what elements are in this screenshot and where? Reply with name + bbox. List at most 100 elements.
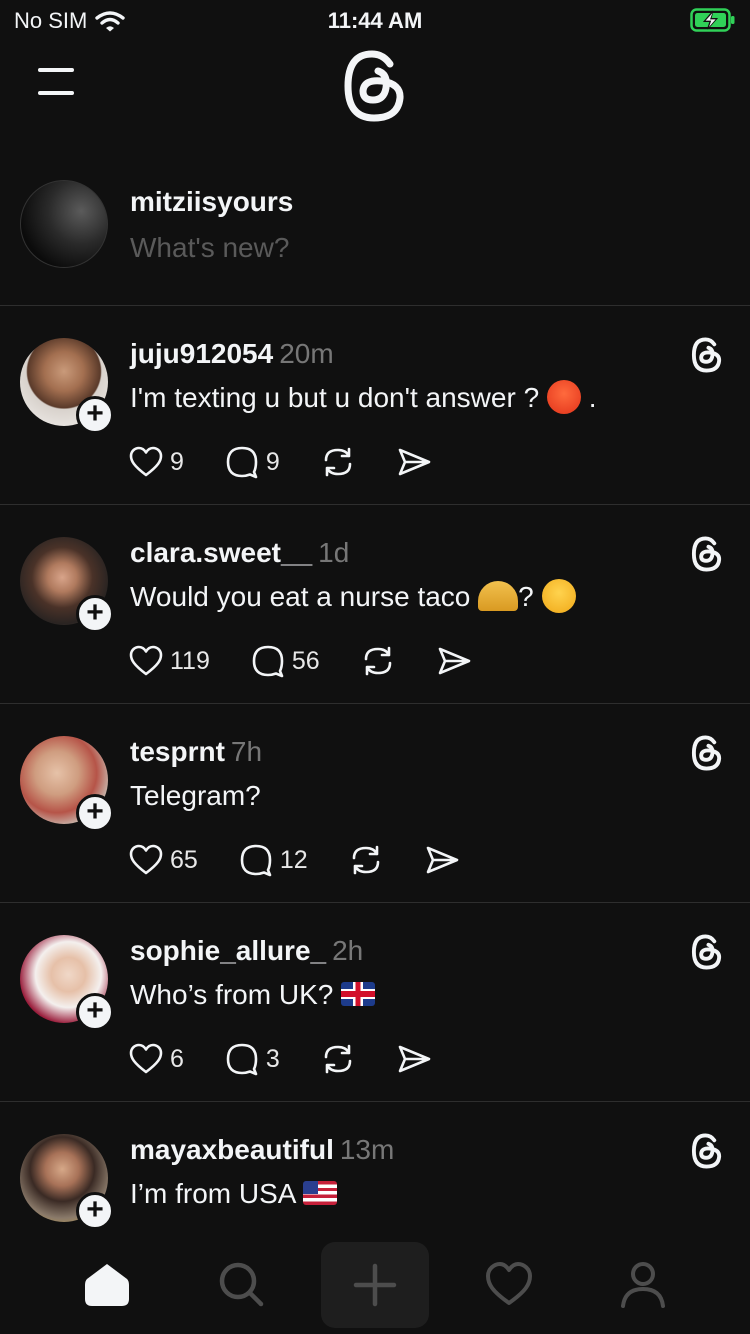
reply-count: 12 [279,845,308,874]
follow-plus-icon[interactable]: + [76,993,114,1031]
post-username[interactable]: tesprnt [130,736,225,767]
follow-plus-icon[interactable]: + [76,595,114,633]
post-header: tesprnt 7h [130,736,262,768]
post-text-content: I'm texting u but u don't answer ? [130,382,540,413]
threads-logo [344,50,404,122]
avatar [20,180,108,268]
reply-count: 56 [291,646,320,675]
like-button[interactable]: 9 [128,444,184,480]
post[interactable]: + sophie_allure_ 2h Who’s from UK? 6 3 [0,903,750,1102]
send-icon [438,647,470,675]
heart-icon [129,645,163,676]
post-time: 13m [339,1134,395,1165]
composer[interactable]: mitziisyours What's new? [0,150,750,306]
battery-charging-icon [690,8,735,32]
taco-icon [478,580,519,611]
repost-icon [324,1044,352,1074]
tab-search[interactable] [211,1254,271,1314]
post-text-content: Would you eat a nurse taco [130,581,471,612]
repost-icon [352,845,379,875]
like-button[interactable]: 119 [128,643,210,679]
post-username[interactable]: mayaxbeautiful [130,1134,334,1165]
post-actions: 9 9 [128,442,472,482]
post-actions: 6 3 [128,1039,472,1079]
post-text: Who’s from UK? [130,979,376,1011]
repost-icon [364,646,391,676]
like-button[interactable]: 6 [128,1041,184,1077]
threads-icon[interactable] [690,933,724,971]
angry-face-icon [546,379,581,414]
post-username[interactable]: juju912054 [130,338,273,369]
like-count: 119 [170,646,210,675]
post-username[interactable]: clara.sweet__ [130,537,312,568]
flag-uk-icon [341,981,376,1006]
post[interactable]: + juju912054 20m I'm texting u but u don'… [0,306,750,505]
profile-icon [621,1262,665,1308]
tab-profile[interactable] [613,1254,673,1314]
reply-button[interactable]: 9 [224,444,280,480]
share-button[interactable] [424,842,460,878]
post-text: I’m from USA [130,1178,337,1210]
repost-button[interactable] [348,842,384,878]
threads-icon[interactable] [690,535,724,573]
threads-icon[interactable] [690,734,724,772]
tab-new-thread[interactable] [321,1242,429,1328]
post-text-suffix: . [580,382,597,413]
composer-username: mitziisyours [130,186,294,217]
comment-icon [252,645,284,678]
heart-icon [129,844,163,875]
post-text: Would you eat a nurse taco ? [130,578,576,616]
post-header: clara.sweet__ 1d [130,537,349,569]
threads-icon[interactable] [690,1132,724,1170]
comment-icon [226,1043,258,1076]
reply-button[interactable]: 12 [238,842,308,878]
post-header: juju912054 20m [130,338,334,370]
like-count: 6 [170,1044,184,1073]
send-icon [398,1045,431,1073]
activity-icon [486,1262,532,1305]
like-count: 65 [170,845,198,874]
repost-button[interactable] [320,444,356,480]
post-username[interactable]: sophie_allure_ [130,935,326,966]
menu-icon[interactable] [36,68,76,98]
search-icon [219,1262,264,1307]
tab-bar [0,1232,750,1334]
share-button[interactable] [436,643,472,679]
post[interactable]: + clara.sweet__ 1d Would you eat a nurse … [0,505,750,704]
clock: 11:44 AM [327,8,423,33]
share-button[interactable] [396,444,432,480]
flag-us-icon [302,1180,337,1205]
repost-button[interactable] [320,1041,356,1077]
top-bar [0,48,750,128]
post-time: 2h [332,935,364,966]
post-text-content: Who’s from UK? [130,979,334,1010]
face-peeking-icon [541,578,576,613]
like-count: 9 [170,447,184,476]
heart-icon [129,1043,163,1074]
follow-plus-icon[interactable]: + [76,1192,114,1230]
reply-button[interactable]: 56 [250,643,320,679]
send-icon [398,448,431,476]
post-actions: 65 12 [128,840,500,880]
post-time: 1d [318,537,350,568]
reply-button[interactable]: 3 [224,1041,280,1077]
follow-plus-icon[interactable]: + [76,794,114,832]
post[interactable]: + tesprnt 7h Telegram? 65 12 [0,704,750,903]
tab-activity[interactable] [479,1254,539,1314]
follow-plus-icon[interactable]: + [76,396,114,434]
comment-icon [240,844,272,877]
post-header: mayaxbeautiful 13m [130,1134,394,1166]
post-header: sophie_allure_ 2h [130,935,363,967]
post-text: Telegram? [130,780,261,812]
status-bar: No SIM 11:44 AM [0,0,750,40]
tab-home[interactable] [77,1254,137,1314]
share-button[interactable] [396,1041,432,1077]
repost-button[interactable] [360,643,396,679]
repost-icon [324,447,352,477]
composer-prompt[interactable]: What's new? [130,232,289,264]
like-button[interactable]: 65 [128,842,198,878]
threads-icon[interactable] [690,336,724,374]
post-text-suffix: ? [518,581,534,612]
comment-icon [226,446,258,479]
heart-icon [129,446,163,477]
